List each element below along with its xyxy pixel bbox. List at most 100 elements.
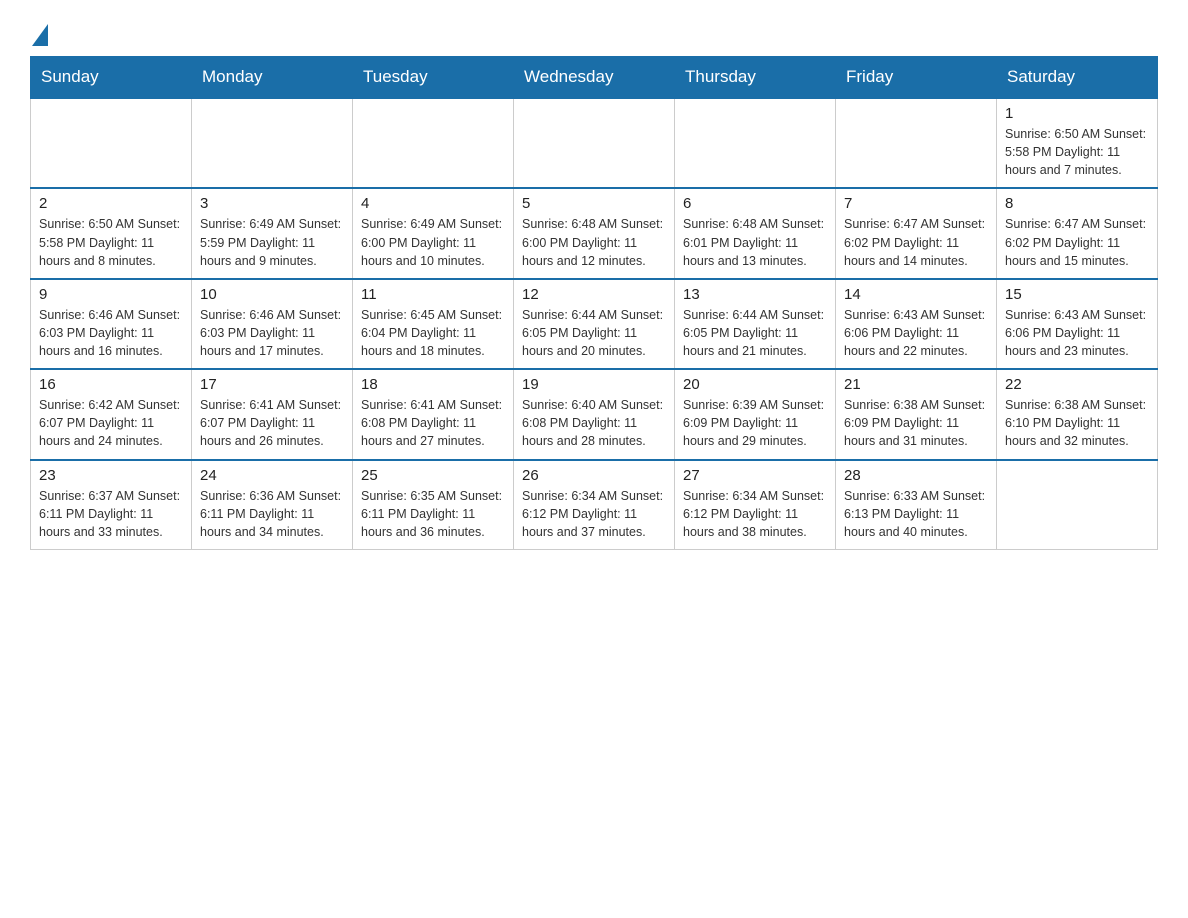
calendar-cell: 16 Sunrise: 6:42 AM Sunset: 6:07 PM Dayli… <box>31 369 192 459</box>
day-number: 4 <box>361 195 505 212</box>
calendar-week-row: 2 Sunrise: 6:50 AM Sunset: 5:58 PM Daylig… <box>31 188 1158 278</box>
day-number: 13 <box>683 286 827 303</box>
calendar-cell: 1 Sunrise: 6:50 AM Sunset: 5:58 PM Daylig… <box>997 98 1158 188</box>
calendar-week-row: 9 Sunrise: 6:46 AM Sunset: 6:03 PM Daylig… <box>31 279 1158 369</box>
weekday-header-wednesday: Wednesday <box>514 57 675 99</box>
day-info: Sunrise: 6:34 AM Sunset: 6:12 PM Dayligh… <box>683 487 827 541</box>
day-number: 5 <box>522 195 666 212</box>
calendar-cell: 19 Sunrise: 6:40 AM Sunset: 6:08 PM Dayli… <box>514 369 675 459</box>
day-number: 21 <box>844 376 988 393</box>
day-number: 17 <box>200 376 344 393</box>
calendar-week-row: 16 Sunrise: 6:42 AM Sunset: 6:07 PM Dayli… <box>31 369 1158 459</box>
weekday-header-saturday: Saturday <box>997 57 1158 99</box>
day-info: Sunrise: 6:49 AM Sunset: 5:59 PM Dayligh… <box>200 215 344 269</box>
calendar-cell: 9 Sunrise: 6:46 AM Sunset: 6:03 PM Daylig… <box>31 279 192 369</box>
day-number: 3 <box>200 195 344 212</box>
day-number: 27 <box>683 467 827 484</box>
calendar-cell: 10 Sunrise: 6:46 AM Sunset: 6:03 PM Dayli… <box>192 279 353 369</box>
calendar-cell: 15 Sunrise: 6:43 AM Sunset: 6:06 PM Dayli… <box>997 279 1158 369</box>
calendar-table: SundayMondayTuesdayWednesdayThursdayFrid… <box>30 56 1158 550</box>
day-number: 28 <box>844 467 988 484</box>
calendar-cell: 25 Sunrise: 6:35 AM Sunset: 6:11 PM Dayli… <box>353 460 514 550</box>
day-number: 22 <box>1005 376 1149 393</box>
calendar-cell <box>31 98 192 188</box>
day-info: Sunrise: 6:33 AM Sunset: 6:13 PM Dayligh… <box>844 487 988 541</box>
day-info: Sunrise: 6:35 AM Sunset: 6:11 PM Dayligh… <box>361 487 505 541</box>
calendar-cell: 22 Sunrise: 6:38 AM Sunset: 6:10 PM Dayli… <box>997 369 1158 459</box>
weekday-header-friday: Friday <box>836 57 997 99</box>
day-info: Sunrise: 6:42 AM Sunset: 6:07 PM Dayligh… <box>39 396 183 450</box>
day-number: 11 <box>361 286 505 303</box>
day-info: Sunrise: 6:48 AM Sunset: 6:01 PM Dayligh… <box>683 215 827 269</box>
day-info: Sunrise: 6:34 AM Sunset: 6:12 PM Dayligh… <box>522 487 666 541</box>
calendar-cell: 8 Sunrise: 6:47 AM Sunset: 6:02 PM Daylig… <box>997 188 1158 278</box>
calendar-cell: 13 Sunrise: 6:44 AM Sunset: 6:05 PM Dayli… <box>675 279 836 369</box>
calendar-cell: 12Sunrise: 6:44 AM Sunset: 6:05 PM Dayli… <box>514 279 675 369</box>
day-info: Sunrise: 6:44 AM Sunset: 6:05 PM Dayligh… <box>683 306 827 360</box>
calendar-cell: 28 Sunrise: 6:33 AM Sunset: 6:13 PM Dayli… <box>836 460 997 550</box>
calendar-cell: 3 Sunrise: 6:49 AM Sunset: 5:59 PM Daylig… <box>192 188 353 278</box>
day-info: Sunrise: 6:41 AM Sunset: 6:07 PM Dayligh… <box>200 396 344 450</box>
day-number: 2 <box>39 195 183 212</box>
calendar-cell: 11 Sunrise: 6:45 AM Sunset: 6:04 PM Dayli… <box>353 279 514 369</box>
day-info: Sunrise: 6:40 AM Sunset: 6:08 PM Dayligh… <box>522 396 666 450</box>
day-info: Sunrise: 6:47 AM Sunset: 6:02 PM Dayligh… <box>1005 215 1149 269</box>
day-number: 25 <box>361 467 505 484</box>
day-info: Sunrise: 6:46 AM Sunset: 6:03 PM Dayligh… <box>39 306 183 360</box>
day-number: 10 <box>200 286 344 303</box>
calendar-week-row: 23 Sunrise: 6:37 AM Sunset: 6:11 PM Dayli… <box>31 460 1158 550</box>
calendar-cell: 20 Sunrise: 6:39 AM Sunset: 6:09 PM Dayli… <box>675 369 836 459</box>
day-info: Sunrise: 6:39 AM Sunset: 6:09 PM Dayligh… <box>683 396 827 450</box>
calendar-cell <box>836 98 997 188</box>
calendar-cell <box>192 98 353 188</box>
logo-arrow-icon <box>32 24 48 46</box>
calendar-cell: 27 Sunrise: 6:34 AM Sunset: 6:12 PM Dayli… <box>675 460 836 550</box>
weekday-header-monday: Monday <box>192 57 353 99</box>
day-number: 16 <box>39 376 183 393</box>
day-number: 20 <box>683 376 827 393</box>
day-number: 9 <box>39 286 183 303</box>
calendar-cell: 18Sunrise: 6:41 AM Sunset: 6:08 PM Dayli… <box>353 369 514 459</box>
day-number: 8 <box>1005 195 1149 212</box>
calendar-week-row: 1 Sunrise: 6:50 AM Sunset: 5:58 PM Daylig… <box>31 98 1158 188</box>
day-info: Sunrise: 6:38 AM Sunset: 6:09 PM Dayligh… <box>844 396 988 450</box>
calendar-cell: 2 Sunrise: 6:50 AM Sunset: 5:58 PM Daylig… <box>31 188 192 278</box>
calendar-cell <box>514 98 675 188</box>
day-number: 15 <box>1005 286 1149 303</box>
calendar-cell: 4 Sunrise: 6:49 AM Sunset: 6:00 PM Daylig… <box>353 188 514 278</box>
calendar-cell <box>353 98 514 188</box>
day-info: Sunrise: 6:47 AM Sunset: 6:02 PM Dayligh… <box>844 215 988 269</box>
day-number: 23 <box>39 467 183 484</box>
day-info: Sunrise: 6:50 AM Sunset: 5:58 PM Dayligh… <box>39 215 183 269</box>
day-number: 7 <box>844 195 988 212</box>
calendar-cell: 6 Sunrise: 6:48 AM Sunset: 6:01 PM Daylig… <box>675 188 836 278</box>
calendar-cell: 5Sunrise: 6:48 AM Sunset: 6:00 PM Daylig… <box>514 188 675 278</box>
day-info: Sunrise: 6:46 AM Sunset: 6:03 PM Dayligh… <box>200 306 344 360</box>
day-number: 26 <box>522 467 666 484</box>
calendar-cell: 26 Sunrise: 6:34 AM Sunset: 6:12 PM Dayli… <box>514 460 675 550</box>
day-number: 19 <box>522 376 666 393</box>
weekday-header-tuesday: Tuesday <box>353 57 514 99</box>
day-info: Sunrise: 6:49 AM Sunset: 6:00 PM Dayligh… <box>361 215 505 269</box>
weekday-header-thursday: Thursday <box>675 57 836 99</box>
calendar-cell: 14 Sunrise: 6:43 AM Sunset: 6:06 PM Dayli… <box>836 279 997 369</box>
weekday-header-sunday: Sunday <box>31 57 192 99</box>
calendar-cell: 24Sunrise: 6:36 AM Sunset: 6:11 PM Dayli… <box>192 460 353 550</box>
page-header <box>30 20 1158 46</box>
calendar-cell: 23 Sunrise: 6:37 AM Sunset: 6:11 PM Dayli… <box>31 460 192 550</box>
day-number: 12 <box>522 286 666 303</box>
calendar-cell: 21 Sunrise: 6:38 AM Sunset: 6:09 PM Dayli… <box>836 369 997 459</box>
logo <box>30 20 48 46</box>
day-info: Sunrise: 6:38 AM Sunset: 6:10 PM Dayligh… <box>1005 396 1149 450</box>
day-info: Sunrise: 6:43 AM Sunset: 6:06 PM Dayligh… <box>844 306 988 360</box>
day-info: Sunrise: 6:36 AM Sunset: 6:11 PM Dayligh… <box>200 487 344 541</box>
day-info: Sunrise: 6:50 AM Sunset: 5:58 PM Dayligh… <box>1005 125 1149 179</box>
day-info: Sunrise: 6:37 AM Sunset: 6:11 PM Dayligh… <box>39 487 183 541</box>
day-number: 6 <box>683 195 827 212</box>
day-info: Sunrise: 6:43 AM Sunset: 6:06 PM Dayligh… <box>1005 306 1149 360</box>
day-number: 14 <box>844 286 988 303</box>
calendar-cell <box>675 98 836 188</box>
day-number: 1 <box>1005 105 1149 122</box>
calendar-cell: 17 Sunrise: 6:41 AM Sunset: 6:07 PM Dayli… <box>192 369 353 459</box>
day-info: Sunrise: 6:45 AM Sunset: 6:04 PM Dayligh… <box>361 306 505 360</box>
